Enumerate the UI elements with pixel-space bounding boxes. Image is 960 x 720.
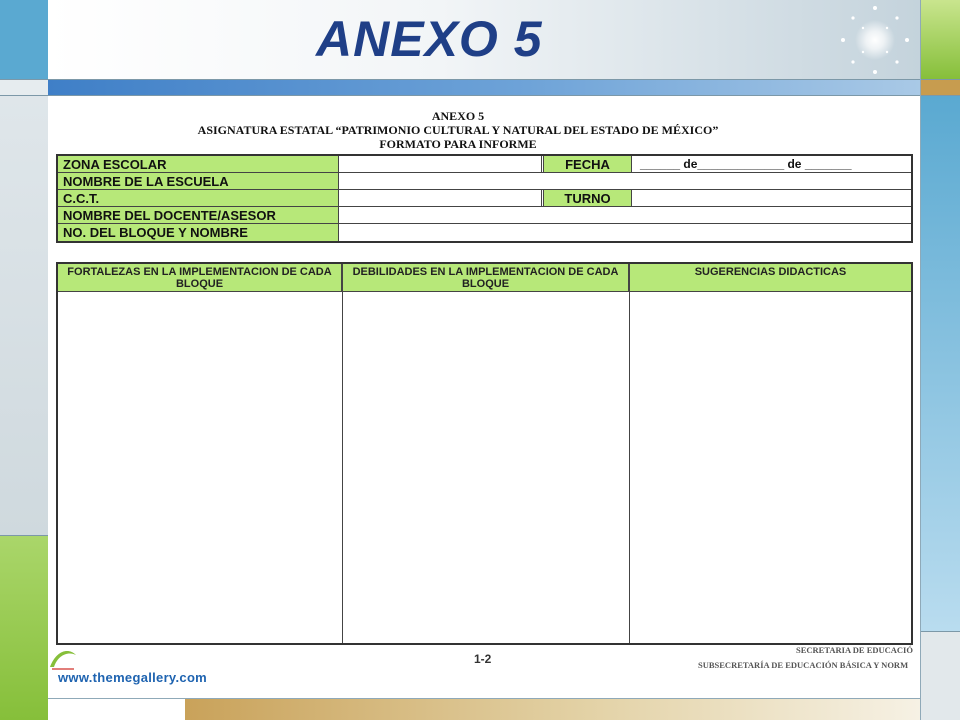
column-divider: [342, 264, 343, 643]
document-heading-line1: ANEXO 5: [431, 109, 485, 123]
right-decor-block-gold: [921, 80, 960, 96]
footer-secretaria: SECRETARIA DE EDUCACIÓ: [796, 645, 913, 655]
form-row-docente: NOMBRE DEL DOCENTE/ASESOR: [58, 207, 911, 224]
turno-field: [633, 190, 911, 206]
turno-label: TURNO: [543, 190, 632, 206]
form-label: NOMBRE DEL DOCENTE/ASESOR: [58, 207, 339, 223]
green-swoosh-icon: [50, 651, 76, 670]
bottom-band-white: [48, 699, 185, 720]
column-header-fortalezas: FORTALEZAS EN LA IMPLEMENTACION DE CADA …: [58, 264, 342, 292]
left-decor-block-strip: [0, 80, 48, 96]
cct-field: [340, 190, 542, 206]
school-info-form: ZONA ESCOLAR FECHA ______ de____________…: [56, 154, 913, 243]
form-row-cct: C.C.T. TURNO: [58, 190, 911, 207]
form-row-nombre-escuela: NOMBRE DE LA ESCUELA: [58, 173, 911, 190]
right-decor-column: [920, 0, 960, 720]
document-heading-line2: ASIGNATURA ESTATAL “PATRIMONIO CULTURAL …: [197, 123, 719, 137]
slide-title: ANEXO 5: [316, 11, 543, 67]
docente-field: [340, 207, 911, 223]
bottom-band-gold: [185, 699, 920, 720]
page-number: 1-2: [474, 652, 492, 666]
slide: ANEXO 5 ANEXO 5 ASIGNATURA ESTATAL “PATR…: [0, 0, 960, 720]
left-decor-block-blue: [0, 0, 48, 80]
footer-subsecretaria: SUBSECRETARÍA DE EDUCACIÓN BÁSICA Y NORM: [698, 660, 909, 670]
nombre-escuela-field: [340, 173, 911, 189]
right-decor-block-blue: [921, 96, 960, 632]
zona-escolar-field: [340, 156, 542, 172]
column-header-debilidades: DEBILIDADES EN LA IMPLEMENTACION DE CADA…: [343, 264, 629, 292]
form-row-bloque: NO. DEL BLOQUE Y NOMBRE: [58, 224, 911, 241]
right-decor-block-gray: [921, 632, 960, 720]
column-divider: [629, 264, 630, 643]
sparkle-star-icon: [841, 6, 909, 74]
bloque-field: [340, 224, 911, 241]
document-heading-line3: FORMATO PARA INFORME: [379, 137, 537, 151]
form-label: NO. DEL BLOQUE Y NOMBRE: [58, 224, 339, 241]
left-decor-column: [0, 0, 48, 720]
evaluation-table: FORTALEZAS EN LA IMPLEMENTACION DE CADA …: [56, 262, 913, 645]
left-decor-block-green: [0, 536, 48, 720]
bottom-band: [48, 698, 920, 720]
left-decor-block-gray: [0, 96, 48, 536]
title-underline-strip: [48, 80, 920, 96]
fecha-field: ______ de_____________ de _______: [640, 157, 852, 171]
form-document: ANEXO 5 ASIGNATURA ESTATAL “PATRIMONIO C…: [54, 97, 920, 697]
website-link[interactable]: www.themegallery.com: [58, 670, 207, 685]
column-header-sugerencias: SUGERENCIAS DIDACTICAS: [630, 264, 911, 292]
form-label: NOMBRE DE LA ESCUELA: [58, 173, 339, 189]
form-label: C.C.T.: [58, 190, 339, 206]
form-row-zona-escolar: ZONA ESCOLAR FECHA ______ de____________…: [58, 156, 911, 173]
document-heading: ANEXO 5 ASIGNATURA ESTATAL “PATRIMONIO C…: [54, 109, 862, 151]
fecha-label: FECHA: [543, 156, 632, 172]
form-label: ZONA ESCOLAR: [58, 156, 339, 172]
right-decor-block-green: [921, 0, 960, 80]
